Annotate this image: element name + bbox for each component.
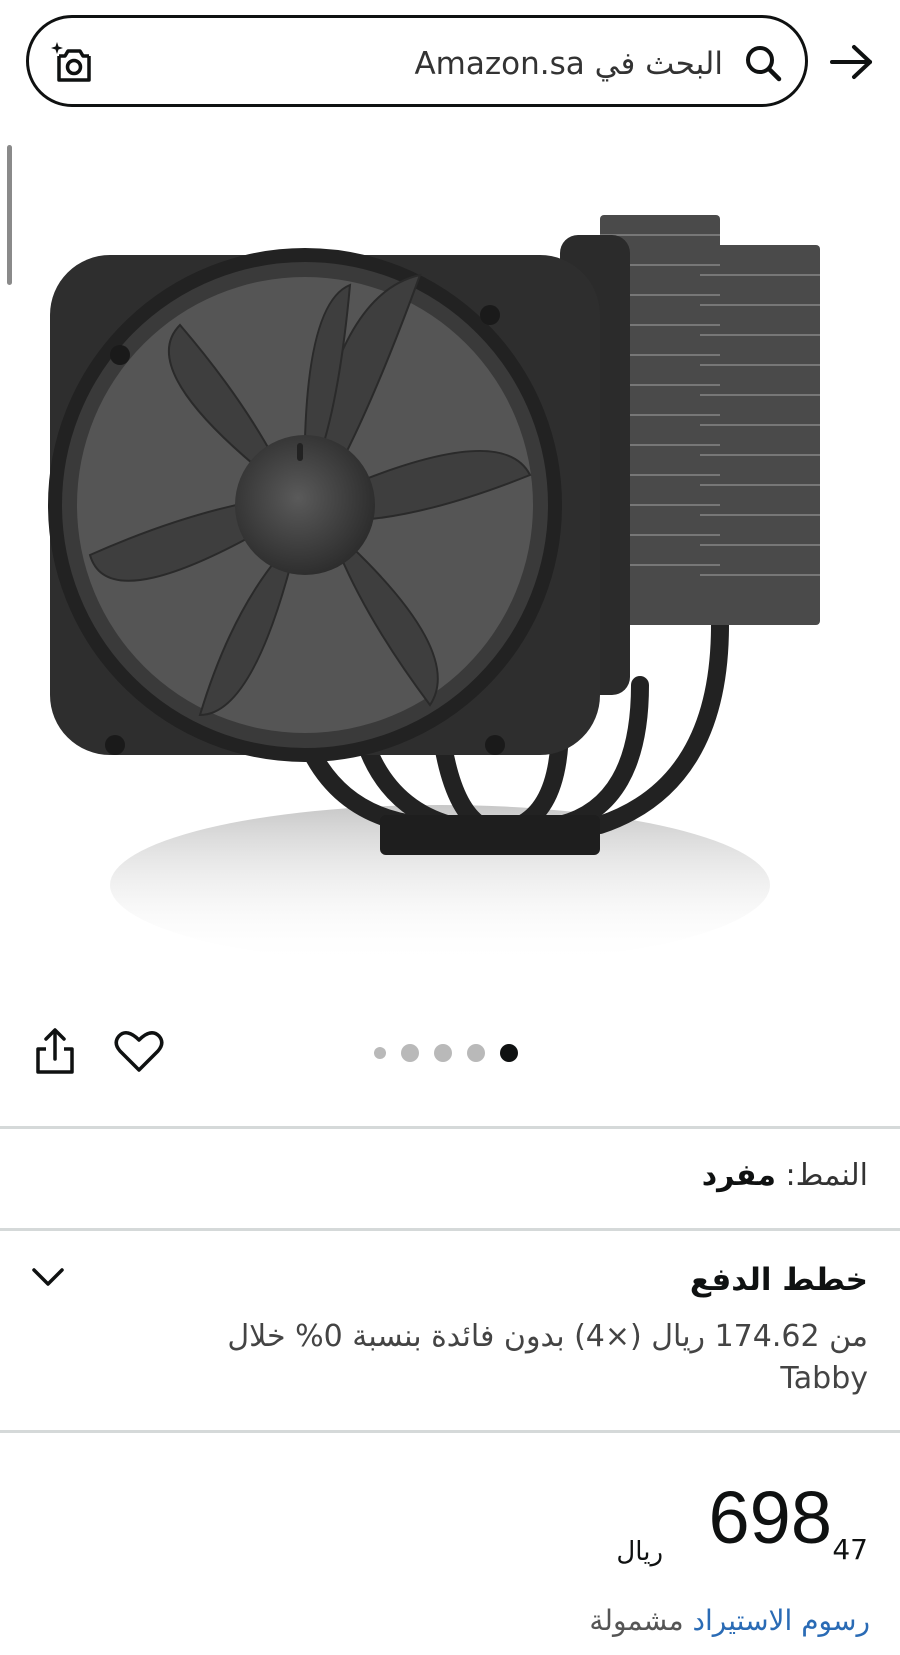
price-whole: 698 [708,1476,832,1559]
import-fees-link[interactable]: رسوم الاستيراد [693,1604,871,1637]
style-label: النمط: [785,1158,868,1193]
gallery-pagination-dots[interactable] [374,1043,518,1063]
style-selector[interactable]: النمط: مفرد [702,1158,868,1193]
style-value: مفرد [701,1158,776,1193]
back-arrow-icon[interactable] [828,42,876,82]
search-icon[interactable] [743,43,783,83]
price-fraction: 47 [832,1533,868,1566]
divider [0,1228,900,1231]
divider [0,1126,900,1129]
gallery-dot[interactable] [434,1044,452,1062]
search-input[interactable]: البحث في Amazon.sa [414,46,723,82]
payment-plans-description: من 174.62 ريال (×4) بدون فائدة بنسبة 0% … [227,1319,868,1396]
gallery-dot[interactable] [401,1044,419,1062]
product-image [48,215,820,965]
camera-search-icon[interactable] [51,40,97,86]
gallery-dot[interactable] [374,1047,386,1059]
import-fees-row: رسوم الاستيراد مشمولة [589,1604,870,1637]
price-block: 47 698 ريال [608,1475,868,1575]
search-bar[interactable]: البحث في Amazon.sa [26,15,808,107]
payment-plans-title[interactable]: خطط الدفع [690,1262,868,1298]
image-actions-row [0,1005,900,1095]
price-currency: ريال [616,1537,663,1567]
gallery-scroll-indicator [7,145,12,285]
import-fees-included: مشمولة [589,1604,684,1637]
chevron-down-icon[interactable] [30,1262,66,1290]
share-icon[interactable] [34,1027,76,1075]
product-image-gallery[interactable] [0,125,900,975]
gallery-dot[interactable] [467,1044,485,1062]
top-bar: البحث في Amazon.sa [0,0,900,125]
divider [0,1430,900,1433]
wishlist-heart-icon[interactable] [114,1029,164,1073]
gallery-dot-active[interactable] [500,1044,518,1062]
